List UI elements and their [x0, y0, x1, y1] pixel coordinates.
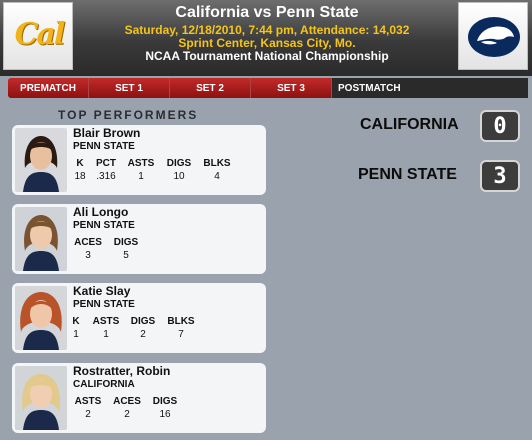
team-name-california: CALIFORNIA [360, 116, 459, 133]
stat-value: 3 [85, 250, 91, 261]
performer-card[interactable]: Ali Longo PENN STATE ACES 3 DIGS 5 [12, 204, 266, 274]
stat-digs: DIGS 10 [162, 158, 196, 182]
match-venue: Sprint Center, Kansas City, Mo. [178, 36, 356, 50]
player-photo [15, 207, 67, 271]
score-penn-state: 3 [480, 160, 520, 192]
stat-value: 16 [159, 409, 171, 420]
stat-label: DIGS [152, 396, 178, 407]
tab-set-2[interactable]: SET 2 [170, 78, 251, 98]
player-team: PENN STATE [73, 299, 135, 310]
stat-value: 2 [124, 409, 130, 420]
match-event: NCAA Tournament National Championship [145, 49, 389, 63]
player-team: PENN STATE [73, 141, 135, 152]
stat-blks: BLKS 7 [164, 316, 198, 340]
match-header: Cal California vs Penn State Saturday, 1… [0, 0, 532, 76]
player-name: Blair Brown [73, 126, 141, 140]
tab-set-3[interactable]: SET 3 [251, 78, 332, 98]
tab-postmatch[interactable]: POSTMATCH [332, 78, 528, 98]
stat-aces: ACES 2 [110, 396, 144, 420]
score-california: 0 [480, 110, 520, 142]
stat-asts: ASTS 1 [124, 158, 158, 182]
match-date-attendance: Saturday, 12/18/2010, 7:44 pm, Attendanc… [124, 23, 410, 37]
stat-value: .316 [96, 171, 116, 182]
stat-label: DIGS [113, 237, 139, 248]
player-name: Ali Longo [73, 205, 129, 219]
player-name: Rostratter, Robin [73, 364, 171, 378]
stat-label: ASTS [74, 396, 102, 407]
performer-card[interactable]: Katie Slay PENN STATE K 1 ASTS 1 DIGS 2 … [12, 283, 266, 353]
stat-blks: BLKS 4 [200, 158, 234, 182]
stat-aces: ACES 3 [71, 237, 105, 261]
stat-digs: DIGS 16 [148, 396, 182, 420]
stat-value: 2 [140, 329, 146, 340]
stat-label: ASTS [127, 158, 155, 169]
top-performers-title: TOP PERFORMERS [58, 108, 199, 122]
stat-pct: PCT .316 [89, 158, 123, 182]
stat-digs: DIGS 2 [126, 316, 160, 340]
player-name: Katie Slay [73, 284, 131, 298]
stat-label: ASTS [92, 316, 120, 327]
stat-value: 1 [73, 329, 79, 340]
stat-value: 1 [138, 171, 144, 182]
stat-value: 5 [123, 250, 129, 261]
stat-label: K [72, 316, 80, 327]
stat-value: 4 [214, 171, 220, 182]
player-photo [15, 128, 67, 192]
stat-value: 10 [173, 171, 185, 182]
stat-k: K 1 [59, 316, 93, 340]
tab-prematch[interactable]: PREMATCH [8, 78, 89, 98]
tab-set-1[interactable]: SET 1 [89, 78, 170, 98]
performer-card[interactable]: Blair Brown PENN STATE K 18 PCT .316 AST… [12, 125, 266, 195]
stat-digs: DIGS 5 [109, 237, 143, 261]
stat-label: ACES [113, 396, 141, 407]
stat-asts: ASTS 2 [71, 396, 105, 420]
nittany-lion-icon [468, 17, 520, 57]
stat-value: 2 [85, 409, 91, 420]
player-team: PENN STATE [73, 220, 135, 231]
stat-value: 7 [178, 329, 184, 340]
stat-value: 1 [103, 329, 109, 340]
team-name-penn-state: PENN STATE [358, 166, 457, 183]
cal-logo-text: Cal [14, 17, 66, 52]
match-title: California vs Penn State [175, 4, 359, 21]
player-team: CALIFORNIA [73, 379, 135, 390]
stat-label: PCT [96, 158, 116, 169]
stat-asts: ASTS 1 [89, 316, 123, 340]
penn-state-logo [458, 2, 528, 70]
california-logo: Cal [3, 2, 73, 70]
performer-card[interactable]: Rostratter, Robin CALIFORNIA ASTS 2 ACES… [12, 363, 266, 433]
stat-label: ACES [74, 237, 102, 248]
stat-label: DIGS [166, 158, 192, 169]
player-photo [15, 366, 67, 430]
stat-label: BLKS [167, 316, 195, 327]
stat-label: DIGS [130, 316, 156, 327]
match-tab-bar: PREMATCH SET 1 SET 2 SET 3 POSTMATCH [8, 78, 528, 98]
stat-label: BLKS [203, 158, 231, 169]
